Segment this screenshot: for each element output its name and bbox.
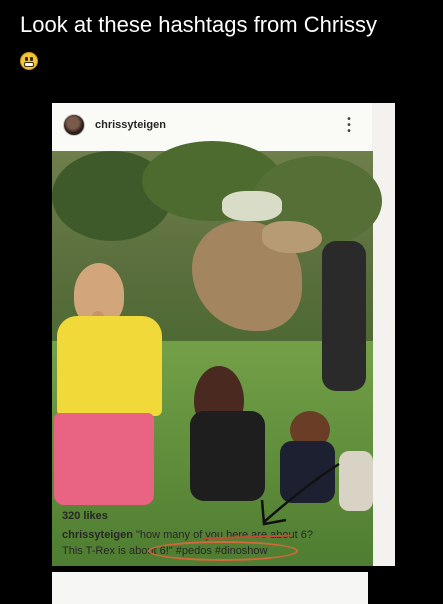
girl-yellow-shirt (57, 316, 162, 416)
grimacing-face-emoji-icon (20, 52, 38, 70)
hashtag-circle-mark (148, 541, 298, 561)
more-vertical-icon[interactable]: • • • (346, 115, 352, 137)
girl-pink-skirt (54, 413, 154, 505)
seated-child-2 (339, 451, 373, 511)
avatar[interactable] (63, 114, 85, 136)
likes-count[interactable]: 320 likes (62, 510, 108, 522)
annotation-arrow (260, 462, 340, 526)
bottom-white-panel (52, 572, 368, 604)
post-username[interactable]: chrissyteigen (95, 119, 166, 131)
caption-username[interactable]: chrissyteigen (62, 529, 133, 541)
tweet-caption: Look at these hashtags from Chrissy (20, 12, 378, 37)
performer (322, 241, 366, 391)
